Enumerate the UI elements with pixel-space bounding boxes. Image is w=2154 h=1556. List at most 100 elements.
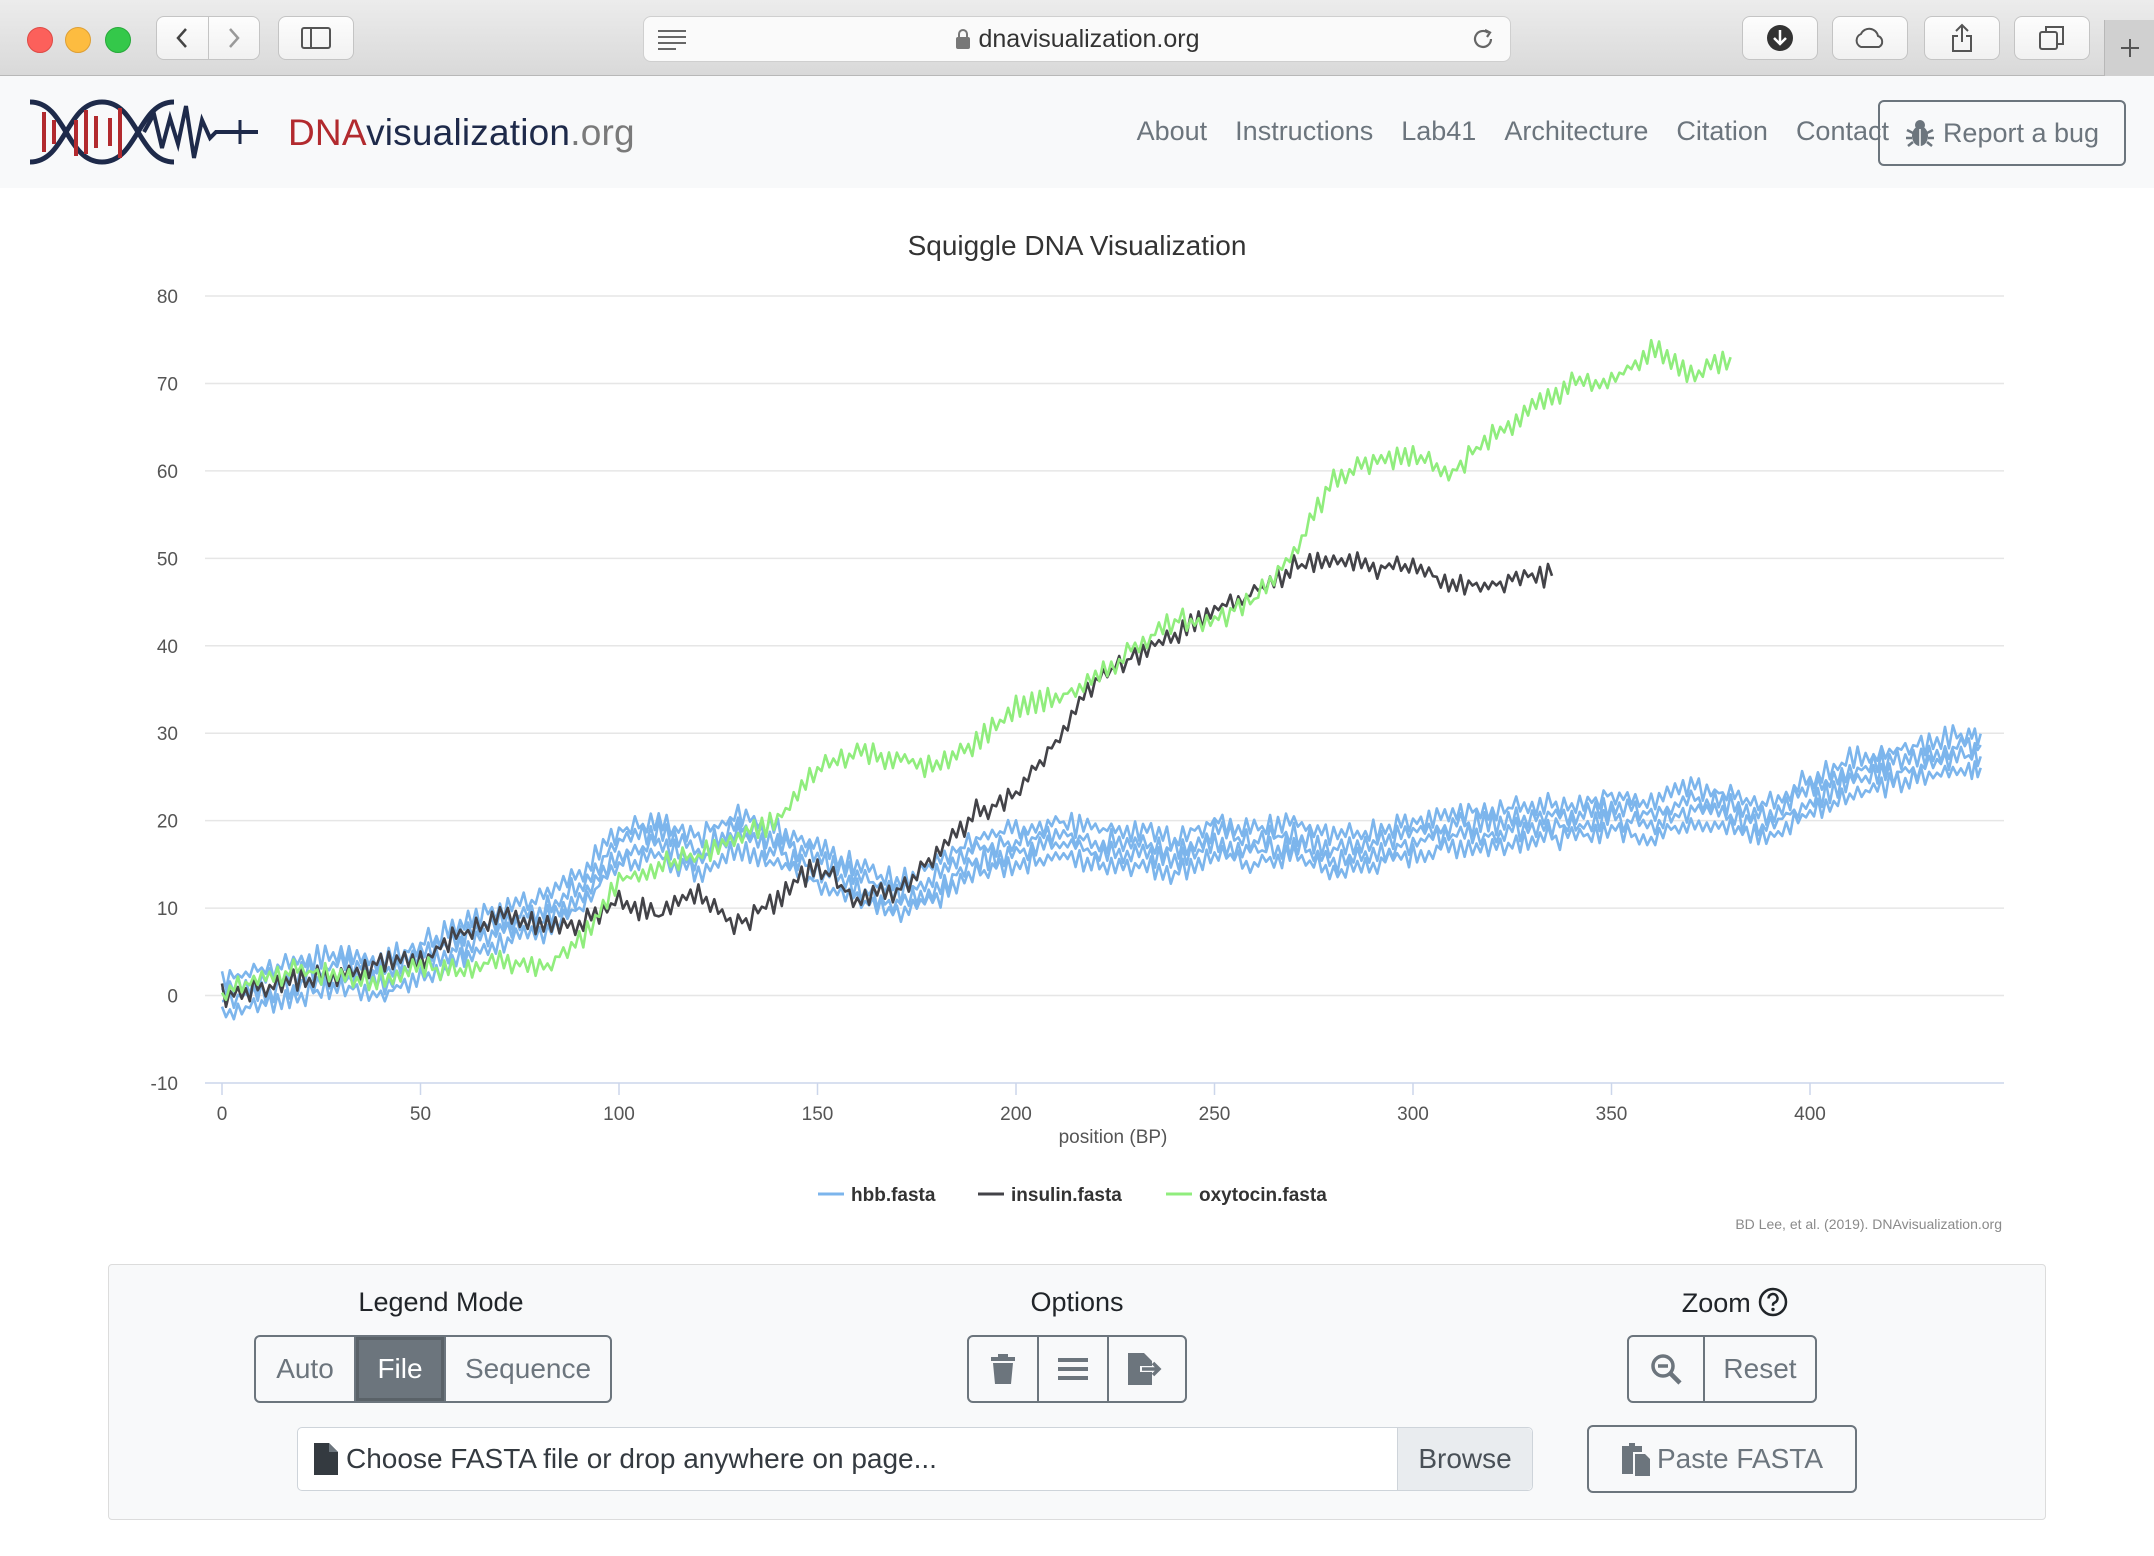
brand-visualization: visualization [366, 112, 571, 153]
nav-links: About Instructions Lab41 Architecture Ci… [1137, 116, 1889, 147]
sidebar-toggle-button[interactable] [278, 16, 354, 60]
y-tick-label: 30 [157, 724, 178, 745]
browser-toolbar: dnavisualization.org [0, 0, 2154, 76]
chevron-left-icon [176, 28, 188, 48]
file-input-placeholder: Choose FASTA file or drop anywhere on pa… [346, 1443, 937, 1474]
url-text: dnavisualization.org [978, 24, 1200, 53]
nav-link-about[interactable]: About [1137, 116, 1208, 147]
nav-link-contact[interactable]: Contact [1796, 116, 1889, 147]
list-icon [1058, 1358, 1088, 1380]
series-line-oxytocin-fasta [220, 338, 1732, 1001]
download-icon [1767, 25, 1793, 51]
zoom-reset-button[interactable]: Reset [1703, 1335, 1817, 1403]
minimize-window-button[interactable] [65, 27, 91, 53]
y-tick-label: 40 [157, 637, 178, 658]
file-input-label: Choose FASTA file or drop anywhere on pa… [298, 1443, 1397, 1475]
report-bug-label: Report a bug [1942, 117, 2100, 148]
dna-logo-icon[interactable] [26, 96, 262, 168]
zoom-window-button[interactable] [105, 27, 131, 53]
brand-name[interactable]: DNAvisualization.org [288, 112, 635, 154]
legend-item-label[interactable]: oxytocin.fasta [1199, 1185, 1327, 1206]
fasta-file-input[interactable]: Choose FASTA file or drop anywhere on pa… [297, 1427, 1533, 1491]
back-button[interactable] [157, 17, 208, 59]
legend-mode-title: Legend Mode [358, 1287, 524, 1317]
x-tick-label: 350 [1596, 1104, 1628, 1125]
export-button[interactable] [1107, 1335, 1187, 1403]
y-tick-label: 80 [157, 287, 178, 308]
y-tick-label: 0 [167, 987, 178, 1008]
x-tick-label: 0 [217, 1104, 228, 1125]
zoom-out-button[interactable] [1627, 1335, 1705, 1403]
x-tick-label: 50 [410, 1104, 431, 1125]
nav-link-lab41[interactable]: Lab41 [1401, 116, 1476, 147]
reader-mode-icon[interactable] [658, 27, 686, 51]
y-tick-label: 20 [157, 812, 178, 833]
x-tick-label: 250 [1199, 1104, 1231, 1125]
nav-link-citation[interactable]: Citation [1676, 116, 1768, 147]
chart-plot-area[interactable]: 80706050403020100-100 50 100 150 200 250 300 35… [0, 188, 2154, 1248]
series-line-insulin-fasta [220, 551, 1554, 1009]
paste-icon [1622, 1443, 1650, 1476]
zoom-group: Reset [1627, 1335, 1817, 1403]
zoom-out-icon [1651, 1354, 1682, 1385]
x-tick-label: 400 [1794, 1104, 1826, 1125]
file-export-icon [1128, 1353, 1162, 1385]
zoom-title-wrap: Zoom [1665, 1287, 1805, 1319]
x-tick-label: 300 [1397, 1104, 1429, 1125]
share-icon [1952, 23, 1972, 52]
brand-dna: DNA [288, 112, 367, 153]
y-tick-label: 60 [157, 462, 178, 483]
reload-icon[interactable] [1470, 26, 1496, 52]
series-line-hbb-fasta [221, 745, 1982, 1010]
y-tick-label: 10 [157, 899, 178, 920]
tabs-overview-icon [2039, 26, 2064, 50]
sidebar-icon [301, 27, 331, 49]
x-tick-label: 200 [1000, 1104, 1032, 1125]
downloads-button[interactable] [1742, 16, 1818, 60]
question-circle-icon[interactable] [1758, 1287, 1788, 1317]
nav-link-architecture[interactable]: Architecture [1504, 116, 1648, 147]
x-tick-label: 150 [802, 1104, 834, 1125]
bug-icon [1905, 120, 1934, 147]
browse-button[interactable]: Browse [1397, 1428, 1532, 1490]
clear-button[interactable] [967, 1335, 1039, 1403]
paste-fasta-button[interactable]: Paste FASTA [1587, 1425, 1857, 1493]
new-tab-button[interactable] [2104, 20, 2154, 76]
file-icon [314, 1443, 338, 1475]
lock-icon [955, 29, 970, 49]
options-group [967, 1335, 1187, 1403]
legend-mode-file-button[interactable]: File [354, 1335, 446, 1403]
chevron-right-icon [228, 28, 240, 48]
address-bar[interactable]: dnavisualization.org [643, 16, 1511, 62]
site-navbar: DNAvisualization.org About Instructions … [0, 76, 2154, 188]
legend-mode-group: Auto File Sequence [254, 1335, 612, 1403]
nav-link-instructions[interactable]: Instructions [1235, 116, 1373, 147]
icloud-tabs-button[interactable] [1832, 16, 1908, 60]
paste-fasta-label: Paste FASTA [1657, 1443, 1823, 1474]
cloud-icon [1855, 27, 1884, 48]
y-tick-label: 70 [157, 374, 178, 395]
legend-item-label[interactable]: hbb.fasta [851, 1185, 936, 1206]
controls-panel: Legend Mode Auto File Sequence Options Z… [108, 1264, 2046, 1520]
history-nav [156, 16, 260, 60]
legend-mode-sequence-button[interactable]: Sequence [444, 1335, 612, 1403]
legend-item-label[interactable]: insulin.fasta [1011, 1185, 1122, 1206]
plus-icon [2121, 39, 2139, 57]
report-bug-button[interactable]: Report a bug [1878, 100, 2126, 166]
y-tick-label: 50 [157, 549, 178, 570]
y-tick-label: -10 [151, 1074, 178, 1095]
x-axis-label: position (BP) [1059, 1127, 1168, 1148]
legend-mode-auto-button[interactable]: Auto [254, 1335, 356, 1403]
chart-credits[interactable]: BD Lee, et al. (2019). DNAvisualization.… [1735, 1216, 2002, 1232]
options-title: Options [1030, 1287, 1124, 1317]
close-window-button[interactable] [27, 27, 53, 53]
x-tick-label: 100 [603, 1104, 635, 1125]
trash-icon [991, 1354, 1015, 1384]
forward-button[interactable] [207, 17, 260, 59]
zoom-title: Zoom [1681, 1288, 1751, 1318]
show-tabs-button[interactable] [2014, 16, 2090, 60]
squiggle-chart: Squiggle DNA Visualization 80 70 60 50 40 30 2… [0, 188, 2154, 1248]
brand-tld: .org [570, 112, 635, 153]
share-button[interactable] [1924, 16, 2000, 60]
list-button[interactable] [1037, 1335, 1109, 1403]
